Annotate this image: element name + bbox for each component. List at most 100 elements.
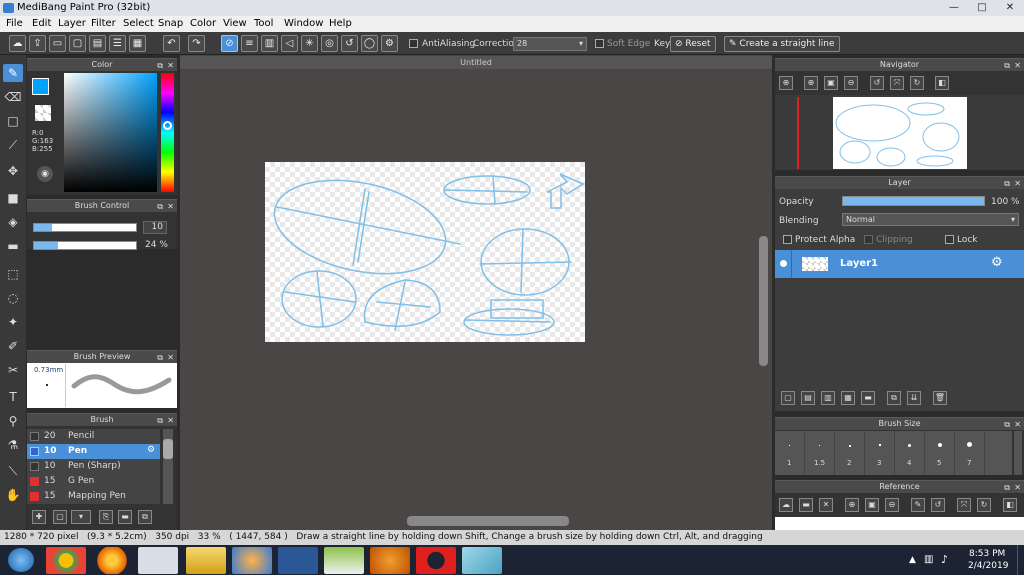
menu-select[interactable]: Select (123, 18, 154, 29)
brush-list-scrollbar[interactable] (163, 429, 173, 504)
document-tab[interactable]: Untitled (180, 56, 772, 69)
brush-item-g-pen[interactable]: 15 G Pen (27, 474, 160, 489)
magic-wand-icon[interactable]: ✦ (3, 313, 23, 331)
snap-ellipse-icon[interactable]: ◯ (361, 35, 378, 52)
open-folder-icon[interactable]: ▬ (799, 498, 813, 512)
show-desktop-button[interactable] (1017, 545, 1024, 575)
brush-menu-icon[interactable]: ▾ (71, 510, 91, 524)
hue-handle[interactable] (163, 121, 172, 130)
rotate-right-icon[interactable]: ↻ (977, 498, 991, 512)
correction-select[interactable]: 28 ▾ (513, 37, 587, 51)
menu-layer[interactable]: Layer (58, 18, 86, 29)
undock-icon[interactable]: ⧉ (157, 352, 163, 364)
close-button[interactable]: ✕ (996, 0, 1024, 16)
active-window-taskbar-icon[interactable] (138, 547, 178, 574)
close-icon[interactable]: ✕ (819, 498, 833, 512)
straight-line-button[interactable]: ✎ Create a straight line (724, 36, 840, 52)
tray-expand-icon[interactable]: ▲ (909, 555, 916, 565)
delete-layer-icon[interactable]: 🗑 (933, 391, 947, 405)
select-eraser-icon[interactable]: ✂ (3, 361, 23, 379)
file-explorer-taskbar-icon[interactable] (186, 547, 226, 574)
zoom-in-icon[interactable]: ⊕ (779, 76, 793, 90)
foreground-color-swatch[interactable] (32, 78, 49, 95)
navigator-preview[interactable] (775, 95, 1024, 170)
hue-slider[interactable] (161, 73, 174, 192)
undock-icon[interactable]: ⧉ (1004, 178, 1010, 190)
media-player-taskbar-icon[interactable] (370, 547, 410, 574)
fill-rect-tool-icon[interactable]: ■ (3, 189, 23, 207)
minimize-button[interactable]: — (940, 0, 968, 16)
canvas-vertical-scrollbar[interactable] (759, 236, 768, 366)
close-icon[interactable]: ✕ (167, 201, 174, 213)
flip-icon[interactable]: ◧ (1003, 498, 1017, 512)
save-icon[interactable]: ▤ (89, 35, 106, 52)
eraser-tool-icon[interactable]: ⌫ (3, 88, 23, 106)
brush-size-cell[interactable]: 2 (835, 431, 865, 475)
folder-icon[interactable]: ▬ (861, 391, 875, 405)
lasso-icon[interactable]: ◌ (3, 289, 23, 307)
cloud-icon[interactable]: ☁ (9, 35, 26, 52)
saturation-value-picker[interactable] (64, 73, 157, 192)
close-icon[interactable]: ✕ (167, 415, 174, 427)
fit-icon[interactable]: ▣ (865, 498, 879, 512)
divide-tool-icon[interactable]: ⟍ (3, 462, 23, 480)
antialiasing-checkbox[interactable] (409, 39, 418, 48)
brush-size-cell[interactable]: 7 (955, 431, 985, 475)
zoom-in-icon[interactable]: ⊕ (845, 498, 859, 512)
brush-size-cell[interactable]: 1.5 (805, 431, 835, 475)
undock-icon[interactable]: ⧉ (1004, 60, 1010, 72)
undock-icon[interactable]: ⧉ (1004, 419, 1010, 431)
hand-tool-icon[interactable]: ✋ (3, 486, 23, 504)
undock-icon[interactable]: ⧉ (1004, 482, 1010, 494)
menu-help[interactable]: Help (329, 18, 352, 29)
duplicate-icon[interactable]: ⧉ (138, 510, 152, 524)
brush-size-cell[interactable]: 5 (925, 431, 955, 475)
close-icon[interactable]: ✕ (167, 60, 174, 72)
snap-circle-icon[interactable]: ◎ (321, 35, 338, 52)
clipping-checkbox[interactable] (864, 235, 873, 244)
brush-size-cell[interactable]: 3 (865, 431, 895, 475)
comment-icon[interactable]: ▭ (49, 35, 66, 52)
brush-opacity-slider[interactable] (33, 241, 137, 250)
list-icon[interactable]: ☰ (109, 35, 126, 52)
new-layer-icon[interactable]: ▢ (781, 391, 795, 405)
select-pen-icon[interactable]: ✐ (3, 337, 23, 355)
snap-parallel-icon[interactable]: ≡ (241, 35, 258, 52)
layer-row[interactable]: Layer1 ⚙ (775, 250, 1024, 278)
menu-filter[interactable]: Filter (91, 18, 116, 29)
new-8bit-layer-icon[interactable]: ▥ (821, 391, 835, 405)
menu-edit[interactable]: Edit (32, 18, 51, 29)
brush-size-slider[interactable] (33, 223, 137, 232)
firefox-taskbar-icon[interactable] (92, 547, 132, 574)
undock-icon[interactable]: ⧉ (157, 60, 163, 72)
snap-curve-icon[interactable]: ↺ (341, 35, 358, 52)
cloud-icon[interactable]: ☁ (779, 498, 793, 512)
transparent-color-swatch[interactable] (35, 105, 51, 121)
copy-brush-icon[interactable]: ⎘ (99, 510, 113, 524)
operation-tool-icon[interactable]: ⚲ (3, 412, 23, 430)
word-taskbar-icon[interactable] (278, 547, 318, 574)
brush-item-mapping-pen[interactable]: 15 Mapping Pen (27, 489, 160, 504)
brush-size-value[interactable]: 10 (143, 221, 167, 234)
duplicate-layer-icon[interactable]: ⧉ (887, 391, 901, 405)
zoom-in-icon[interactable]: ⊕ (804, 76, 818, 90)
brush-item-pencil[interactable]: 20 Pencil (27, 429, 160, 444)
new-halftone-layer-icon[interactable]: ▤ (801, 391, 815, 405)
brush-item-pen[interactable]: 10 Pen ⚙ (27, 444, 160, 459)
menu-view[interactable]: View (223, 18, 247, 29)
rotate-left-icon[interactable]: ↺ (870, 76, 884, 90)
fit-icon[interactable]: ▣ (824, 76, 838, 90)
blending-select[interactable]: Normal ▾ (842, 213, 1019, 226)
maximize-button[interactable]: □ (968, 0, 996, 16)
close-icon[interactable]: ✕ (1014, 482, 1021, 494)
rotate-left-icon[interactable]: ↺ (931, 498, 945, 512)
new-file-icon[interactable]: ▢ (69, 35, 86, 52)
chrome-taskbar-icon[interactable] (46, 547, 86, 574)
snap-settings-icon[interactable]: ⚙ (381, 35, 398, 52)
curve-tool-icon[interactable]: ⟋ (3, 136, 23, 154)
notepad-taskbar-icon[interactable] (324, 547, 364, 574)
layer-opacity-slider[interactable] (842, 196, 985, 206)
undo-icon[interactable]: ↶ (163, 35, 180, 52)
folder-icon[interactable]: ▬ (118, 510, 132, 524)
zoom-out-icon[interactable]: ⊖ (885, 498, 899, 512)
